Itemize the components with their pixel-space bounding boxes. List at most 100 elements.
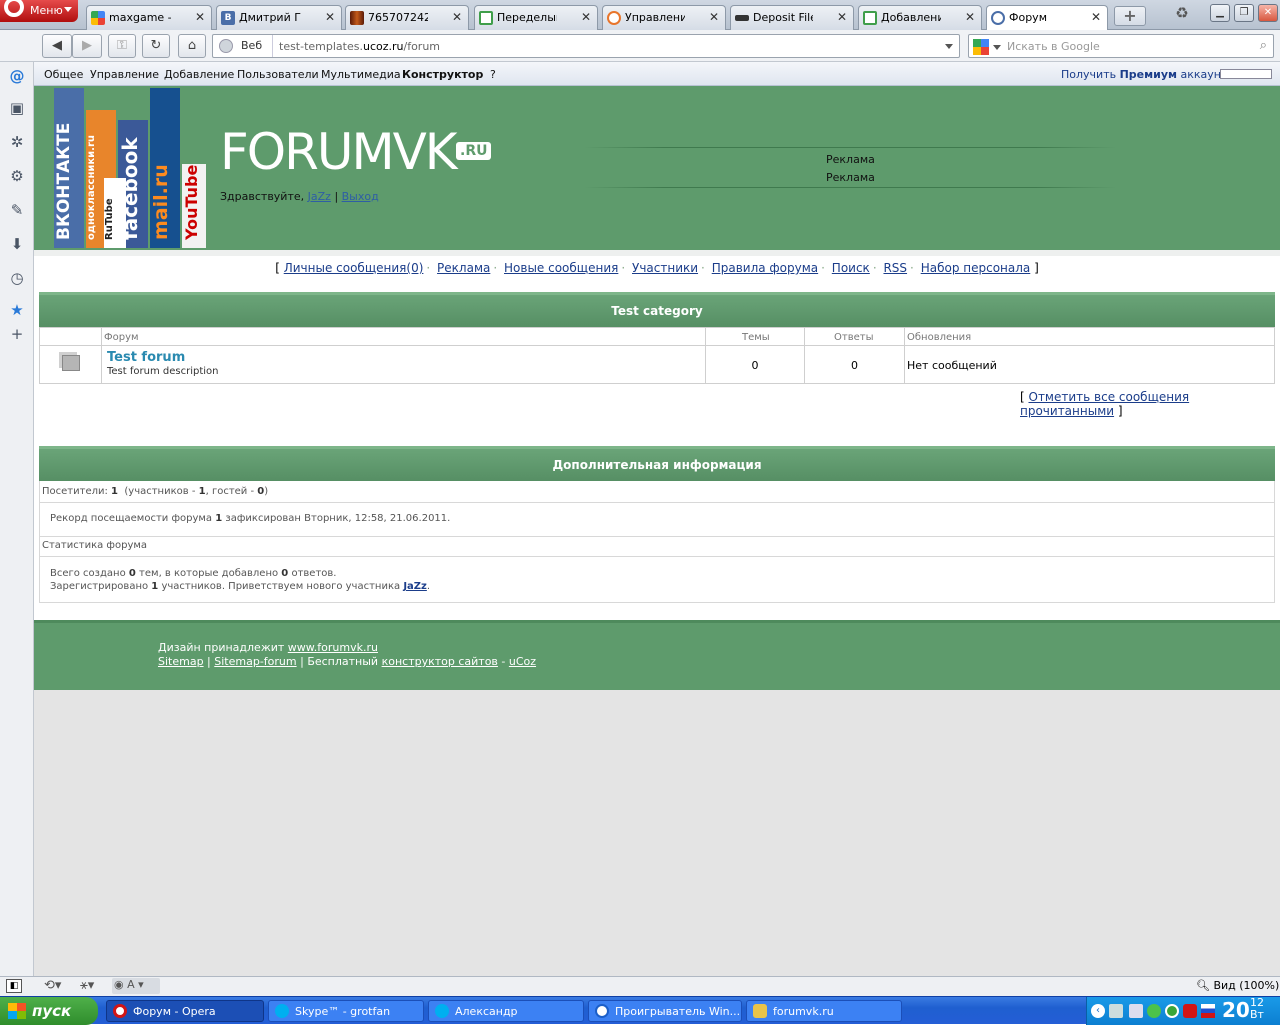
home-button[interactable]: ⌂ — [178, 34, 206, 58]
rss-link[interactable]: RSS — [883, 261, 907, 275]
close-icon[interactable]: ✕ — [837, 10, 847, 24]
start-button[interactable]: пуск — [0, 997, 98, 1025]
language-flag-icon[interactable] — [1201, 1004, 1215, 1018]
tab-deposit-files[interactable]: Deposit Files ✕ — [730, 5, 854, 30]
new-messages-link[interactable]: Новые сообщения — [504, 261, 618, 275]
constructor-link[interactable]: конструктор сайтов — [382, 655, 498, 668]
sitemap-link[interactable]: Sitemap — [158, 655, 204, 668]
new-tab-button[interactable]: + — [1114, 6, 1146, 26]
ucoz-menu-users[interactable]: Пользователи — [237, 68, 319, 81]
separator: · — [872, 261, 877, 275]
taskbar-skype[interactable]: Skype™ - grotfan — [268, 1000, 424, 1022]
members-link[interactable]: Участники — [632, 261, 698, 275]
ucoz-menu-add[interactable]: Добавление — [164, 68, 234, 81]
premium-link[interactable]: Получить Премиум аккаунт — [1061, 68, 1227, 81]
antivirus-icon[interactable] — [1183, 1004, 1197, 1018]
icq-icon[interactable] — [1165, 1004, 1179, 1018]
ucoz-menu-multimedia[interactable]: Мультимедиа — [321, 68, 401, 81]
back-button[interactable]: ◀ — [42, 34, 72, 58]
zoom-indicator[interactable]: 🔍︎ Вид (100%) — [1196, 979, 1279, 992]
reload-button[interactable]: ↻ — [142, 34, 170, 58]
unite-icon[interactable]: ⚙ — [7, 166, 27, 186]
tab-forum-active[interactable]: Форум ✕ — [986, 5, 1108, 31]
taskbar-chat[interactable]: Александр — [428, 1000, 584, 1022]
trash-icon[interactable]: ♻ — [1168, 4, 1196, 26]
search-icon[interactable]: ⌕ — [1260, 38, 1267, 53]
link-label: Личные сообщения — [283, 261, 407, 275]
unite-status-icon[interactable]: ⚹▾ — [80, 978, 94, 993]
close-icon[interactable]: ✕ — [452, 10, 462, 24]
key-icon[interactable]: ⚿ — [108, 34, 136, 58]
taskbar-media-player[interactable]: Проигрыватель Win... — [588, 1000, 742, 1022]
close-icon[interactable]: ✕ — [581, 10, 591, 24]
site-logo[interactable]: FORUMVK .RU — [220, 124, 492, 180]
logout-link[interactable]: Выход — [342, 190, 379, 203]
category-header[interactable]: Test category — [39, 292, 1275, 327]
close-icon[interactable]: ✕ — [195, 10, 205, 24]
close-window-button[interactable]: ✕ — [1258, 4, 1278, 22]
tab-image[interactable]: 765707242.p... ✕ — [345, 5, 469, 30]
minimize-button[interactable]: ▁ — [1210, 4, 1230, 22]
ucoz-menu-general[interactable]: Общее — [44, 68, 83, 81]
taskbar-folder[interactable]: forumvk.ru — [746, 1000, 902, 1022]
turbo-icon[interactable]: ◉ A ▾ — [112, 978, 160, 994]
tab-vk[interactable]: B Дмитрий Гер... ✕ — [216, 5, 342, 30]
sitemap-forum-link[interactable]: Sitemap-forum — [214, 655, 296, 668]
opacity-slider[interactable] — [1220, 69, 1272, 79]
ucoz-menu-help[interactable]: ? — [490, 68, 496, 81]
chevron-down-icon[interactable] — [993, 45, 1001, 50]
separator: · — [910, 261, 914, 275]
bookmarks-icon[interactable]: ▣ — [7, 98, 27, 118]
close-icon[interactable]: ✕ — [965, 10, 975, 24]
private-messages-link[interactable]: Личные сообщения(0) — [284, 261, 424, 275]
staff-link[interactable]: Набор персонала — [921, 261, 1031, 275]
reg-count: 1 — [151, 581, 159, 592]
close-icon[interactable]: ✕ — [325, 10, 335, 24]
design-link[interactable]: www.forumvk.ru — [288, 641, 378, 654]
network-icon[interactable] — [1109, 1004, 1123, 1018]
add-panel-icon[interactable]: + — [7, 324, 27, 344]
google-icon[interactable] — [973, 39, 989, 55]
new-member-link[interactable]: JaZz — [403, 581, 427, 592]
tab-page-edit[interactable]: Переделыва... ✕ — [474, 5, 598, 30]
ucoz-menu-constructor[interactable]: Конструктор — [402, 68, 483, 81]
taskbar-opera[interactable]: Форум - Opera — [106, 1000, 264, 1022]
mail-icon[interactable]: @ — [7, 66, 27, 86]
opera-menu-button[interactable]: Меню — [0, 0, 78, 22]
clock-minutes[interactable]: 12 Вт — [1250, 997, 1264, 1021]
username-link[interactable]: JaZz — [308, 190, 331, 203]
sync-icon[interactable]: ⟲▾ — [44, 978, 61, 993]
url-text[interactable]: test-templates.ucoz.ru/forum — [279, 40, 440, 53]
search-placeholder[interactable]: Искать в Google — [1007, 40, 1100, 53]
ucoz-link[interactable]: uCoz — [509, 655, 536, 668]
close-icon[interactable]: ✕ — [1091, 10, 1101, 24]
star-icon[interactable]: ★ — [7, 300, 27, 320]
tab-ucoz-admin[interactable]: Управление ... ✕ — [602, 5, 726, 30]
close-icon[interactable]: ✕ — [709, 10, 719, 24]
clock-hour[interactable]: 20 — [1222, 998, 1250, 1022]
downloads-icon[interactable]: ⬇ — [7, 234, 27, 254]
search-box[interactable]: Искать в Google ⌕ — [968, 34, 1274, 58]
mark-all-read-link[interactable]: Отметить все сообщения прочитанными — [1020, 390, 1189, 418]
tab-maxgame[interactable]: maxgame - П... ✕ — [86, 5, 212, 30]
chevron-down-icon[interactable] — [945, 44, 953, 49]
forum-name-link[interactable]: Test forum — [107, 350, 185, 365]
forward-button[interactable]: ▶ — [72, 34, 102, 58]
history-icon[interactable]: ◷ — [7, 268, 27, 288]
widgets-icon[interactable]: ✲ — [7, 132, 27, 152]
check-icon[interactable] — [1147, 1004, 1161, 1018]
tray-expand-icon[interactable]: ‹ — [1091, 1004, 1105, 1018]
rules-link[interactable]: Правила форума — [712, 261, 818, 275]
guests-label: , гостей - — [205, 486, 255, 497]
ucoz-menu-manage[interactable]: Управление — [90, 68, 159, 81]
network-icon[interactable] — [1129, 1004, 1143, 1018]
address-bar[interactable]: Веб test-templates.ucoz.ru/forum — [212, 34, 960, 58]
search-link[interactable]: Поиск — [832, 261, 870, 275]
restore-button[interactable]: ❐ — [1234, 4, 1254, 22]
notes-icon[interactable]: ✎ — [7, 200, 27, 220]
panel-toggle-icon[interactable]: ◧ — [6, 979, 22, 993]
media-player-icon — [595, 1004, 609, 1018]
tab-add[interactable]: Добавление ... ✕ — [858, 5, 982, 30]
ads-link[interactable]: Реклама — [437, 261, 490, 275]
category-title[interactable]: Test category — [611, 304, 702, 318]
